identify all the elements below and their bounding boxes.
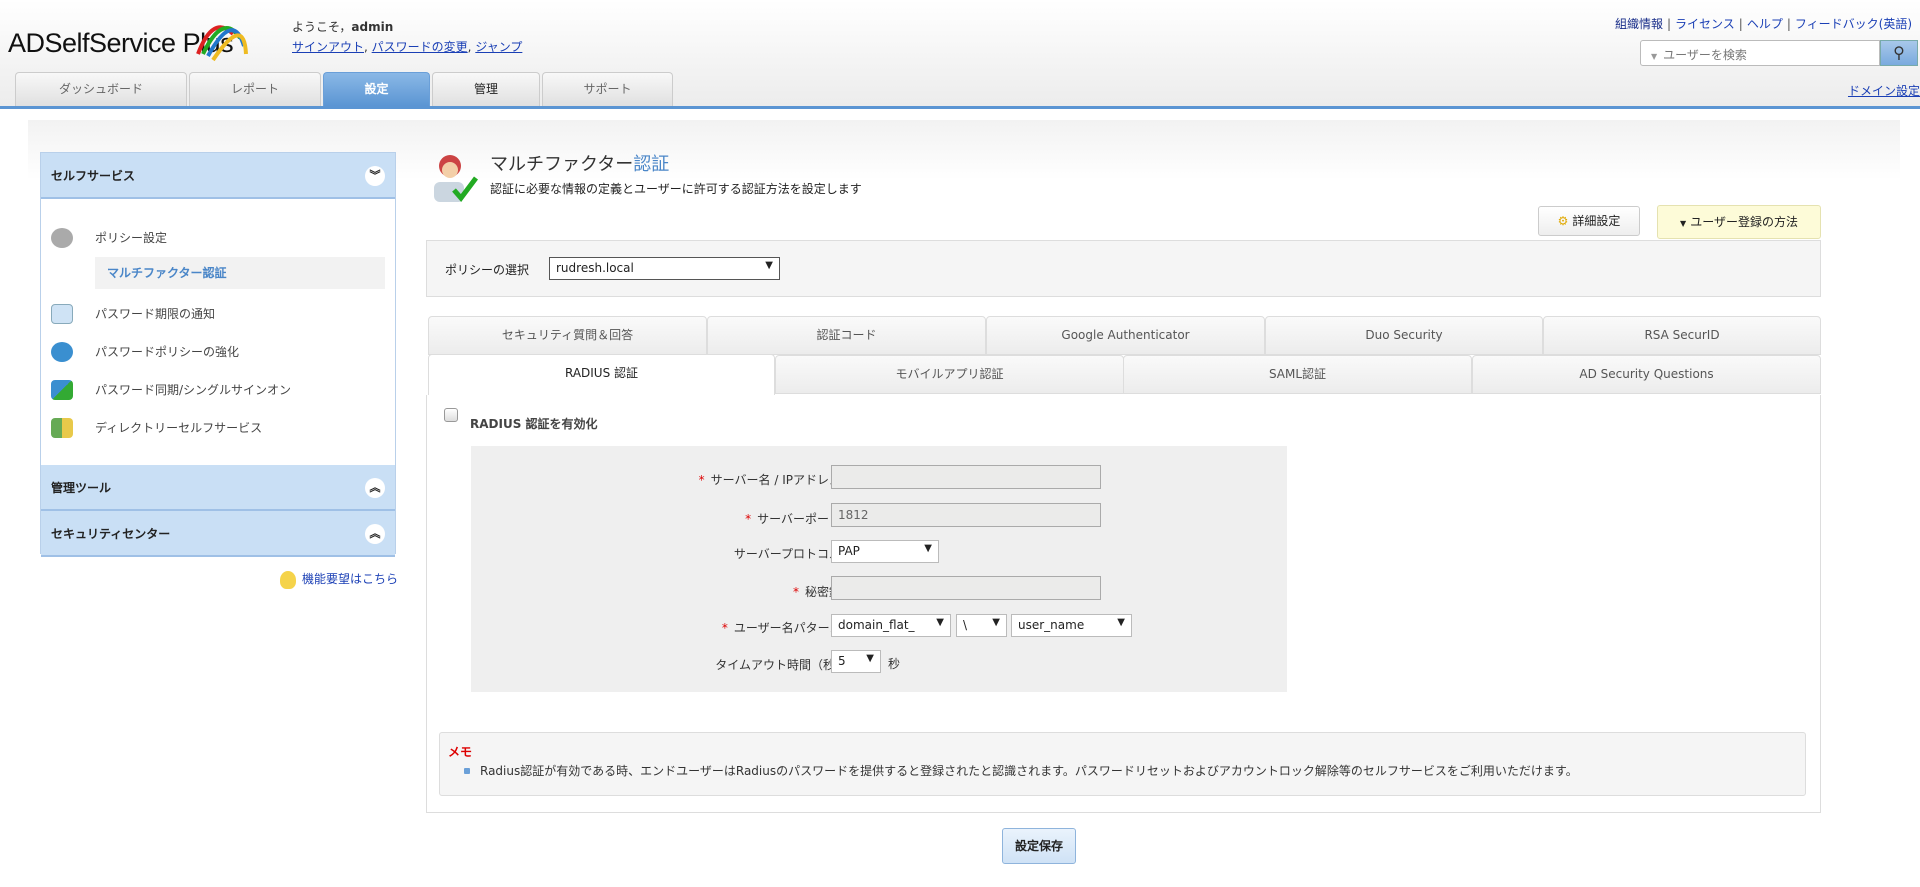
dropdown-icon: ▼ — [1680, 219, 1687, 228]
tab-admin[interactable]: 管理 — [432, 72, 540, 106]
sidebar-item-directory[interactable]: ディレクトリーセルフサービス — [41, 413, 395, 443]
dropdown-arrow-icon: ▼ — [866, 653, 874, 664]
search-button[interactable]: ⚲ — [1880, 40, 1918, 66]
tab-radius[interactable]: RADIUS 認証 — [428, 354, 775, 395]
sidebar-item-password-sync[interactable]: パスワード同期/シングルサインオン — [41, 375, 395, 405]
tab-support[interactable]: サポート — [542, 72, 673, 106]
sidebar-section-security-center[interactable]: セキュリティセンター ︽ — [41, 511, 395, 557]
pattern-user-select[interactable]: user_name ▼ — [1011, 614, 1132, 637]
enrollment-method-button[interactable]: ▼ ユーザー登録の方法 — [1657, 205, 1821, 239]
tab-rsa-securid[interactable]: RSA SecurID — [1543, 316, 1821, 355]
chevron-down-icon[interactable]: ︾ — [365, 166, 385, 186]
sync-icon — [51, 380, 73, 400]
tab-saml[interactable]: SAML認証 — [1123, 355, 1472, 394]
tab-settings[interactable]: 設定 — [323, 72, 430, 106]
memo-title: メモ — [448, 745, 473, 759]
key-icon — [51, 342, 73, 362]
tab-security-qa[interactable]: セキュリティ質問＆回答 — [428, 316, 707, 355]
chevron-up-icon[interactable]: ︽ — [365, 478, 385, 498]
dropdown-icon: ▼ — [1651, 52, 1658, 61]
domain-settings-link[interactable]: ドメイン設定 — [1848, 82, 1920, 99]
sidebar-item-expiry-notice[interactable]: パスワード期限の通知 — [41, 299, 395, 329]
user-search-input[interactable]: ▼ ユーザーを検索 — [1640, 40, 1880, 66]
pattern-separator-select[interactable]: \ ▼ — [956, 614, 1007, 637]
server-label: * サーバー名 / IPアドレス： — [698, 473, 853, 487]
gear-icon — [51, 228, 73, 248]
port-label: * サーバーポート： — [745, 512, 853, 526]
server-input[interactable] — [831, 465, 1101, 489]
sidebar-section-admin-tools[interactable]: 管理ツール ︽ — [41, 465, 395, 511]
sidebar-section-selfservice[interactable]: セルフサービス ︾ — [41, 153, 395, 199]
username: admin — [351, 20, 394, 34]
header: ADSelfService Plus ようこそ，admin サインアウト, パス… — [0, 0, 1920, 106]
secret-label: * 秘密鍵： — [792, 585, 853, 599]
policy-selector-box: ポリシーの選択 rudresh.local ▼ — [426, 240, 1821, 297]
tab-duo-security[interactable]: Duo Security — [1265, 316, 1543, 355]
protocol-select[interactable]: PAP ▼ — [831, 540, 939, 563]
search-icon: ⚲ — [1893, 43, 1905, 62]
tab-mobile-app[interactable]: モバイルアプリ認証 — [775, 355, 1124, 394]
sidebar-item-policy[interactable]: ポリシー設定 — [41, 223, 395, 253]
dropdown-arrow-icon: ▼ — [992, 617, 1000, 628]
tab-ad-security-questions[interactable]: AD Security Questions — [1472, 355, 1821, 394]
nav-divider — [0, 106, 1920, 109]
signout-link[interactable]: サインアウト — [292, 40, 364, 54]
bullet-icon — [464, 768, 470, 774]
top-links: 組織情報 | ライセンス | ヘルプ | フィードバック(英語) — [1614, 17, 1912, 31]
advanced-settings-button[interactable]: ⚙ 詳細設定 — [1538, 206, 1640, 236]
sidebar-item-password-policy[interactable]: パスワードポリシーの強化 — [41, 337, 395, 367]
sidebar-item-mfa[interactable]: マルチファクター認証 — [95, 257, 385, 289]
tab-dashboard[interactable]: ダッシュボード — [15, 72, 187, 106]
pattern-domain-select[interactable]: domain_flat_ ▼ — [831, 614, 951, 637]
org-info-link[interactable]: 組織情報 — [1615, 17, 1663, 31]
gear-icon: ⚙ — [1557, 214, 1569, 228]
dropdown-arrow-icon: ▼ — [765, 260, 773, 271]
tab-reports[interactable]: レポート — [189, 72, 321, 106]
dropdown-arrow-icon: ▼ — [1117, 617, 1125, 628]
help-link[interactable]: ヘルプ — [1747, 17, 1783, 31]
sidebar: セルフサービス ︾ ポリシー設定 マルチファクター認証 パスワード期限の通知 パス… — [40, 152, 396, 557]
radius-panel: RADIUS 認証を有効化 * サーバー名 / IPアドレス： * サーバーポート：… — [426, 395, 1821, 813]
radius-form: * サーバー名 / IPアドレス： * サーバーポート： 1812 サーバープロトコ… — [471, 446, 1287, 692]
chevron-up-icon[interactable]: ︽ — [365, 524, 385, 544]
policy-label: ポリシーの選択 — [445, 263, 530, 277]
feature-request-link[interactable]: 機能要望はこちら — [302, 572, 398, 586]
welcome-text: ようこそ，admin — [292, 20, 394, 34]
mail-icon — [51, 304, 73, 324]
jump-link[interactable]: ジャンプ — [475, 40, 522, 54]
port-input[interactable]: 1812 — [831, 503, 1101, 527]
feature-request: 機能要望はこちら — [279, 570, 398, 589]
lightbulb-icon — [279, 570, 296, 589]
dropdown-arrow-icon: ▼ — [924, 543, 932, 554]
page-title: マルチファクター認証 — [490, 154, 670, 175]
timeout-label: タイムアウト時間（秒）： — [715, 658, 853, 672]
save-button[interactable]: 設定保存 — [1002, 828, 1076, 864]
license-link[interactable]: ライセンス — [1675, 17, 1735, 31]
tab-verification-code[interactable]: 認証コード — [707, 316, 986, 355]
feedback-link[interactable]: フィードバック(英語) — [1795, 17, 1912, 31]
dropdown-arrow-icon: ▼ — [936, 617, 944, 628]
enable-radius-label: RADIUS 認証を有効化 — [470, 417, 598, 431]
tab-google-authenticator[interactable]: Google Authenticator — [986, 316, 1265, 355]
user-links: サインアウト, パスワードの変更, ジャンプ — [292, 40, 523, 54]
memo-text: Radius認証が有効である時、エンドユーザーはRadiusのパスワードを提供す… — [480, 764, 1578, 778]
policy-select[interactable]: rudresh.local ▼ — [549, 257, 780, 280]
enable-radius-checkbox[interactable] — [444, 408, 458, 422]
user-card-icon — [51, 418, 73, 438]
logo-arc-icon — [196, 25, 248, 62]
pattern-label: * ユーザー名パターン： — [721, 621, 853, 635]
timeout-unit: 秒 — [888, 657, 901, 671]
page-subtitle: 認証に必要な情報の定義とユーザーに許可する認証方法を設定します — [490, 182, 862, 196]
mfa-user-icon — [434, 155, 478, 202]
timeout-select[interactable]: 5 ▼ — [831, 650, 881, 673]
memo-box: メモ Radius認証が有効である時、エンドユーザーはRadiusのパスワードを… — [439, 732, 1806, 796]
change-password-link[interactable]: パスワードの変更 — [372, 40, 468, 54]
protocol-label: サーバープロトコル： — [733, 547, 853, 561]
secret-input[interactable] — [831, 576, 1101, 600]
